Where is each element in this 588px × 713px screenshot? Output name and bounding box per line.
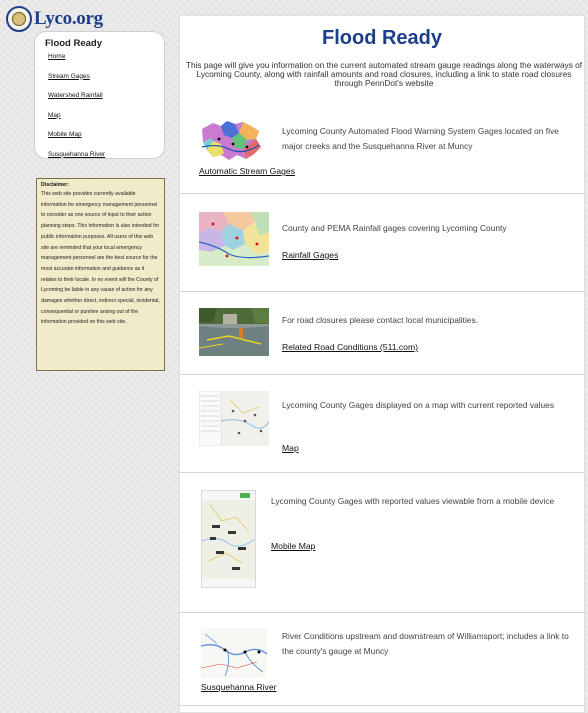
rainfall-map-thumbnail[interactable]	[199, 212, 269, 266]
logo-text: Lyco.org	[34, 8, 103, 29]
nav-link-susquehanna-river[interactable]: Susquehanna River	[48, 151, 154, 159]
river-map-thumbnail[interactable]	[201, 628, 267, 678]
site-logo[interactable]: Lyco.org	[6, 6, 103, 32]
main-content: Flood Ready This page will give you info…	[179, 15, 585, 713]
sidebar-nav: Flood Ready Home Stream Gages Watershed …	[34, 31, 165, 159]
nav-link-map[interactable]: Map	[48, 112, 154, 120]
section-divider	[180, 705, 584, 706]
county-seal-icon	[6, 6, 32, 32]
section-divider	[180, 612, 584, 613]
gage-map-screenshot-thumbnail[interactable]	[199, 391, 269, 446]
stream-gages-map-thumbnail[interactable]	[199, 117, 270, 162]
sidebar-title: Flood Ready	[45, 38, 103, 49]
page-title: Flood Ready	[321, 27, 442, 49]
disclaimer-text: This web site provides currently availab…	[41, 191, 160, 326]
flooded-road-photo-thumbnail[interactable]	[199, 308, 269, 356]
nav-link-stream-gages[interactable]: Stream Gages	[48, 73, 154, 81]
section-divider	[180, 291, 584, 292]
section-description: Lycoming County Gages displayed on a map…	[282, 400, 555, 410]
mobile-map-link[interactable]: Mobile Map	[271, 541, 315, 551]
section-divider	[180, 193, 584, 194]
nav-link-mobile-map[interactable]: Mobile Map	[48, 131, 154, 139]
nav-link-home[interactable]: Home	[48, 53, 154, 61]
rainfall-gages-link[interactable]: Rainfall Gages	[282, 250, 338, 260]
section-description: For road closures please contact local m…	[282, 315, 478, 325]
section-description: Lycoming County Gages with reported valu…	[271, 496, 555, 506]
mobile-map-screenshot-thumbnail[interactable]	[201, 490, 256, 588]
section-description: County and PEMA Rainfall gages covering …	[282, 223, 507, 233]
section-divider	[180, 374, 584, 375]
section-divider	[180, 472, 584, 473]
automatic-stream-gages-link[interactable]: Automatic Stream Gages	[199, 166, 295, 176]
nav-link-watershed-rainfall[interactable]: Watershed Rainfall	[48, 92, 154, 100]
road-conditions-link[interactable]: Related Road Conditions (511.com)	[282, 342, 418, 352]
susquehanna-river-link[interactable]: Susquehanna River	[201, 682, 277, 692]
section-description: River Conditions upstream and downstream…	[282, 631, 569, 656]
map-link[interactable]: Map	[282, 443, 299, 453]
page-intro: This page will give you information on t…	[185, 60, 583, 88]
section-description: Lycoming County Automated Flood Warning …	[282, 126, 559, 151]
disclaimer-title: Disclaimer:	[41, 182, 69, 188]
disclaimer-box: Disclaimer: This web site provides curre…	[36, 178, 165, 371]
